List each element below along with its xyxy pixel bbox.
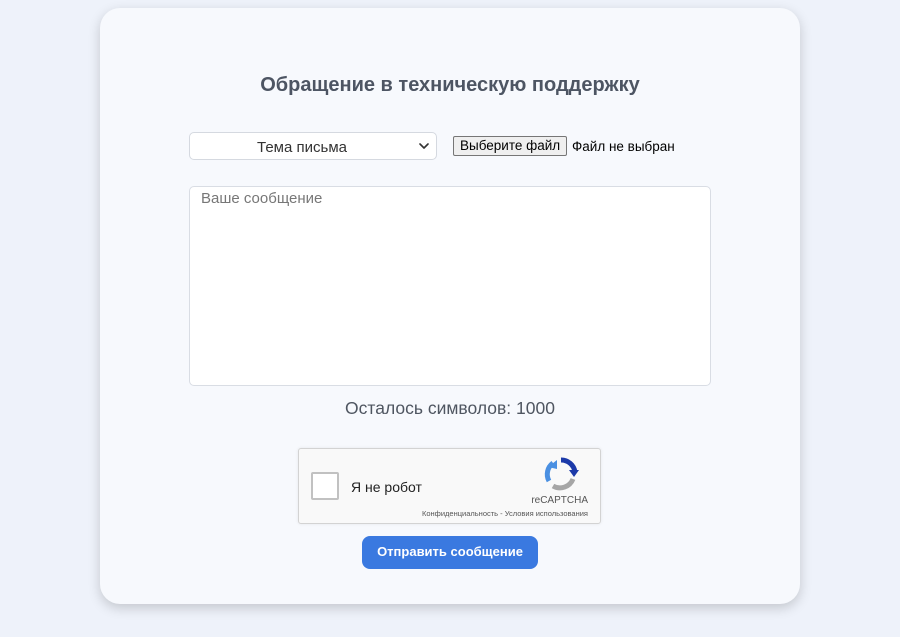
page-title: Обращение в техническую поддержку [260,74,640,96]
topic-select-value: Тема письма [257,139,347,156]
char-counter: Осталось символов: 1000 [345,398,555,418]
captcha-terms-link[interactable]: Условия использования [505,509,588,518]
choose-file-button[interactable]: Выберите файл [453,136,568,156]
recaptcha-widget: Я не робот reCAPTCHA Конфиденциальность … [298,448,601,524]
captcha-link-separator: - [498,509,505,518]
message-textarea[interactable]: Ваше сообщение [189,186,711,386]
topic-select[interactable]: Тема письма [189,132,437,160]
captcha-privacy-link[interactable]: Конфиденциальность [422,509,498,518]
recaptcha-logo-icon [544,457,579,491]
chevron-down-icon [419,143,429,149]
file-status-text: Файл не выбран [572,139,675,154]
captcha-checkbox[interactable] [311,472,339,500]
submit-button[interactable]: Отправить сообщение [362,536,538,569]
captcha-label: Я не робот [351,479,422,495]
support-form-card: Обращение в техническую поддержку Тема п… [100,8,800,604]
message-placeholder: Ваше сообщение [201,190,323,207]
captcha-links: Конфиденциальность - Условия использован… [422,509,588,518]
captcha-brand: reCAPTCHA [531,495,588,506]
